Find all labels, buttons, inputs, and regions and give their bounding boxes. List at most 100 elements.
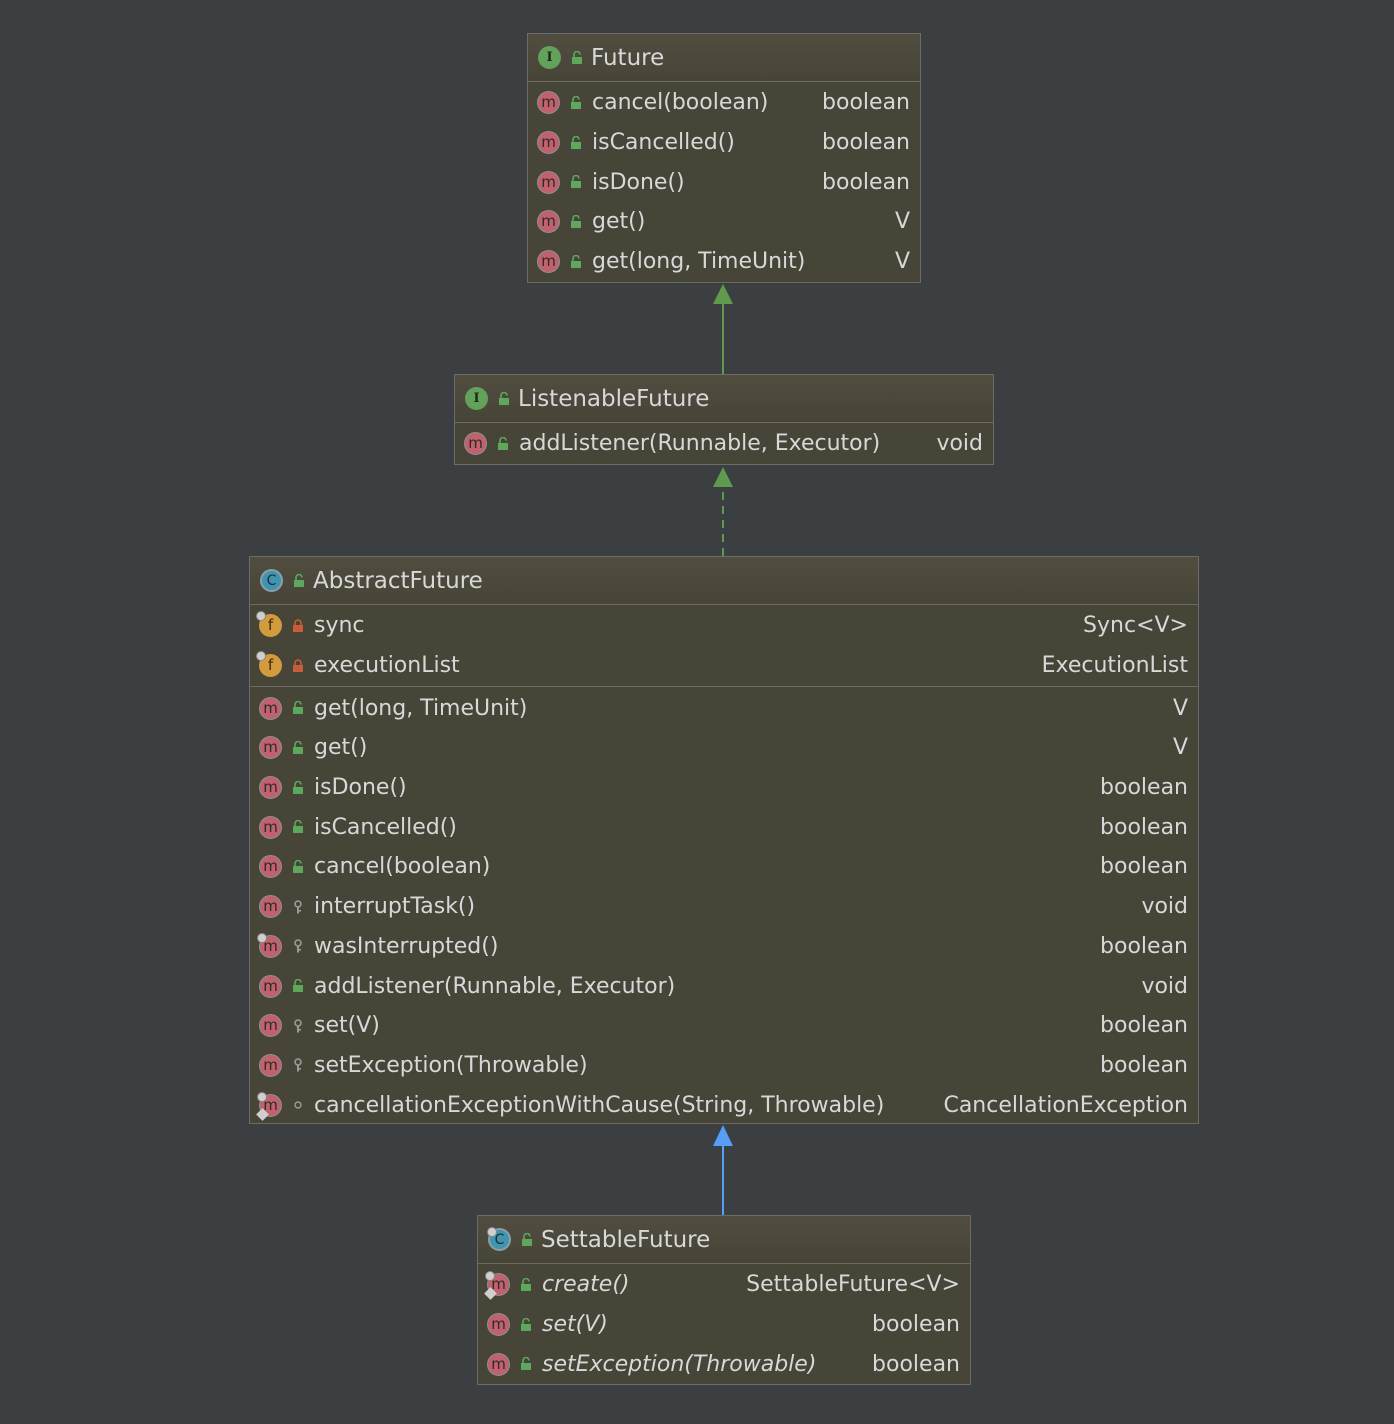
listenable-future-title: ListenableFuture — [518, 385, 710, 412]
member-type: boolean — [1100, 1013, 1188, 1039]
abstract-future-title: AbstractFuture — [313, 567, 483, 594]
listenable-future-methods: m addListener(Runnable, Executor) void — [455, 423, 993, 465]
settable-future-class-box[interactable]: C SettableFuture m create() SettableFuture… — [477, 1215, 971, 1385]
member-type: void — [1141, 973, 1188, 999]
key-icon — [290, 1018, 306, 1034]
method-icon: m — [259, 1053, 282, 1077]
method-row[interactable]: m get(long, TimeUnit) V — [250, 688, 1198, 728]
member-type: boolean — [1100, 933, 1188, 959]
settable-future-methods: m create() SettableFuture<V> m set(V) boolean… — [478, 1264, 970, 1385]
dot-icon — [290, 1097, 306, 1113]
member-name: setException(Throwable) — [542, 1351, 817, 1377]
method-row[interactable]: m setException(Throwable) boolean — [478, 1344, 970, 1384]
lock-icon — [290, 658, 306, 674]
member-name: isDone() — [592, 169, 685, 195]
method-row[interactable]: m get() V — [528, 202, 920, 242]
listenable-future-header: I ListenableFuture — [455, 375, 993, 423]
member-type: ExecutionList — [1041, 653, 1188, 679]
method-row[interactable]: m addListener(Runnable, Executor) void — [250, 966, 1198, 1006]
member-type: boolean — [822, 90, 910, 116]
field-row[interactable]: f sync Sync<V> — [250, 606, 1198, 646]
member-type: boolean — [872, 1351, 960, 1377]
member-name: create() — [542, 1272, 630, 1298]
method-icon: m — [256, 1091, 282, 1121]
member-name: get(long, TimeUnit) — [314, 695, 528, 721]
method-row[interactable]: m isDone() boolean — [250, 768, 1198, 808]
field-icon: f — [256, 651, 282, 678]
method-icon: m — [259, 855, 282, 879]
open-lock-icon — [290, 780, 306, 796]
method-icon: m — [537, 131, 560, 155]
member-name: isCancelled() — [592, 130, 735, 156]
key-icon — [290, 899, 306, 915]
method-icon: m — [259, 1014, 282, 1038]
member-type: CancellationException — [943, 1092, 1188, 1118]
member-type: boolean — [1100, 775, 1188, 801]
field-row[interactable]: f executionList ExecutionList — [250, 646, 1198, 686]
open-lock-icon — [291, 573, 307, 589]
method-row[interactable]: m setException(Throwable) boolean — [250, 1046, 1198, 1086]
open-lock-icon — [569, 50, 585, 66]
final-decor-icon — [487, 1227, 497, 1237]
static-decor-icon — [256, 611, 266, 622]
method-row[interactable]: m set(V) boolean — [478, 1305, 970, 1345]
method-row[interactable]: m wasInterrupted() boolean — [250, 927, 1198, 967]
abstract-future-methods: m get(long, TimeUnit) Vm get() V m isDone() boo… — [250, 686, 1198, 1126]
member-type: V — [894, 209, 910, 235]
method-row[interactable]: m create() SettableFuture<V> — [478, 1265, 970, 1305]
key-icon — [290, 1057, 306, 1073]
member-type: boolean — [822, 169, 910, 195]
listenable-future-interface-box[interactable]: I ListenableFuture m addListener(Runnable… — [454, 374, 994, 465]
member-type: V — [1172, 735, 1188, 761]
member-name: wasInterrupted() — [314, 933, 499, 959]
member-name: set(V) — [314, 1013, 380, 1039]
member-type: boolean — [1100, 1052, 1188, 1078]
member-type: SettableFuture<V> — [746, 1272, 960, 1298]
method-row[interactable]: m cancel(boolean) boolean — [528, 83, 920, 123]
member-name: addListener(Runnable, Executor) — [519, 431, 881, 457]
method-row[interactable]: m isDone() boolean — [528, 162, 920, 202]
method-row[interactable]: m cancellationExceptionWithCause(String, … — [250, 1085, 1198, 1125]
member-type: void — [1141, 894, 1188, 920]
future-methods: m cancel(boolean) boolean m isCancelled() boo… — [528, 82, 920, 282]
future-interface-box[interactable]: I Future m cancel(boolean) boolean m isCance… — [527, 33, 921, 283]
method-icon: m — [259, 776, 282, 800]
open-lock-icon — [568, 174, 584, 190]
member-name: executionList — [314, 653, 460, 679]
method-row[interactable]: m get(long, TimeUnit) V — [528, 242, 920, 282]
member-name: isDone() — [314, 775, 407, 801]
open-lock-icon — [290, 740, 306, 756]
method-row[interactable]: m isCancelled() boolean — [250, 807, 1198, 847]
method-icon: m — [487, 1313, 510, 1337]
implements-arrowhead — [713, 467, 733, 487]
open-lock-icon — [518, 1317, 534, 1333]
method-icon: m — [464, 432, 487, 456]
method-icon: m — [537, 170, 560, 194]
method-row[interactable]: m isCancelled() boolean — [528, 123, 920, 163]
future-title: Future — [591, 44, 665, 71]
interface-icon: I — [538, 46, 561, 69]
member-type: void — [936, 431, 983, 457]
member-type: V — [1172, 695, 1188, 721]
method-icon: m — [537, 250, 560, 274]
open-lock-icon — [290, 978, 306, 994]
method-row[interactable]: m cancel(boolean) boolean — [250, 847, 1198, 887]
abstract-future-class-box[interactable]: C AbstractFuture f sync Sync<V> f executionL… — [249, 556, 1199, 1124]
abstract-class-icon: C — [260, 569, 283, 592]
member-type: V — [894, 249, 910, 275]
method-icon: m — [537, 91, 560, 115]
method-row[interactable]: m addListener(Runnable, Executor) void — [455, 424, 993, 464]
member-name: cancellationExceptionWithCause(String, T… — [314, 1092, 885, 1118]
class-icon: C — [487, 1227, 511, 1251]
method-row[interactable]: m get() V — [250, 728, 1198, 768]
static-decor-icon — [257, 932, 267, 943]
method-row[interactable]: m interruptTask() void — [250, 887, 1198, 927]
method-row[interactable]: m set(V) boolean — [250, 1006, 1198, 1046]
method-icon: m — [259, 895, 282, 919]
member-name: get(long, TimeUnit) — [592, 249, 806, 275]
member-name: interruptTask() — [314, 894, 476, 920]
open-lock-icon — [495, 436, 511, 452]
abstract-future-header: C AbstractFuture — [250, 557, 1198, 605]
member-type: boolean — [1100, 814, 1188, 840]
settable-future-title: SettableFuture — [541, 1226, 711, 1253]
